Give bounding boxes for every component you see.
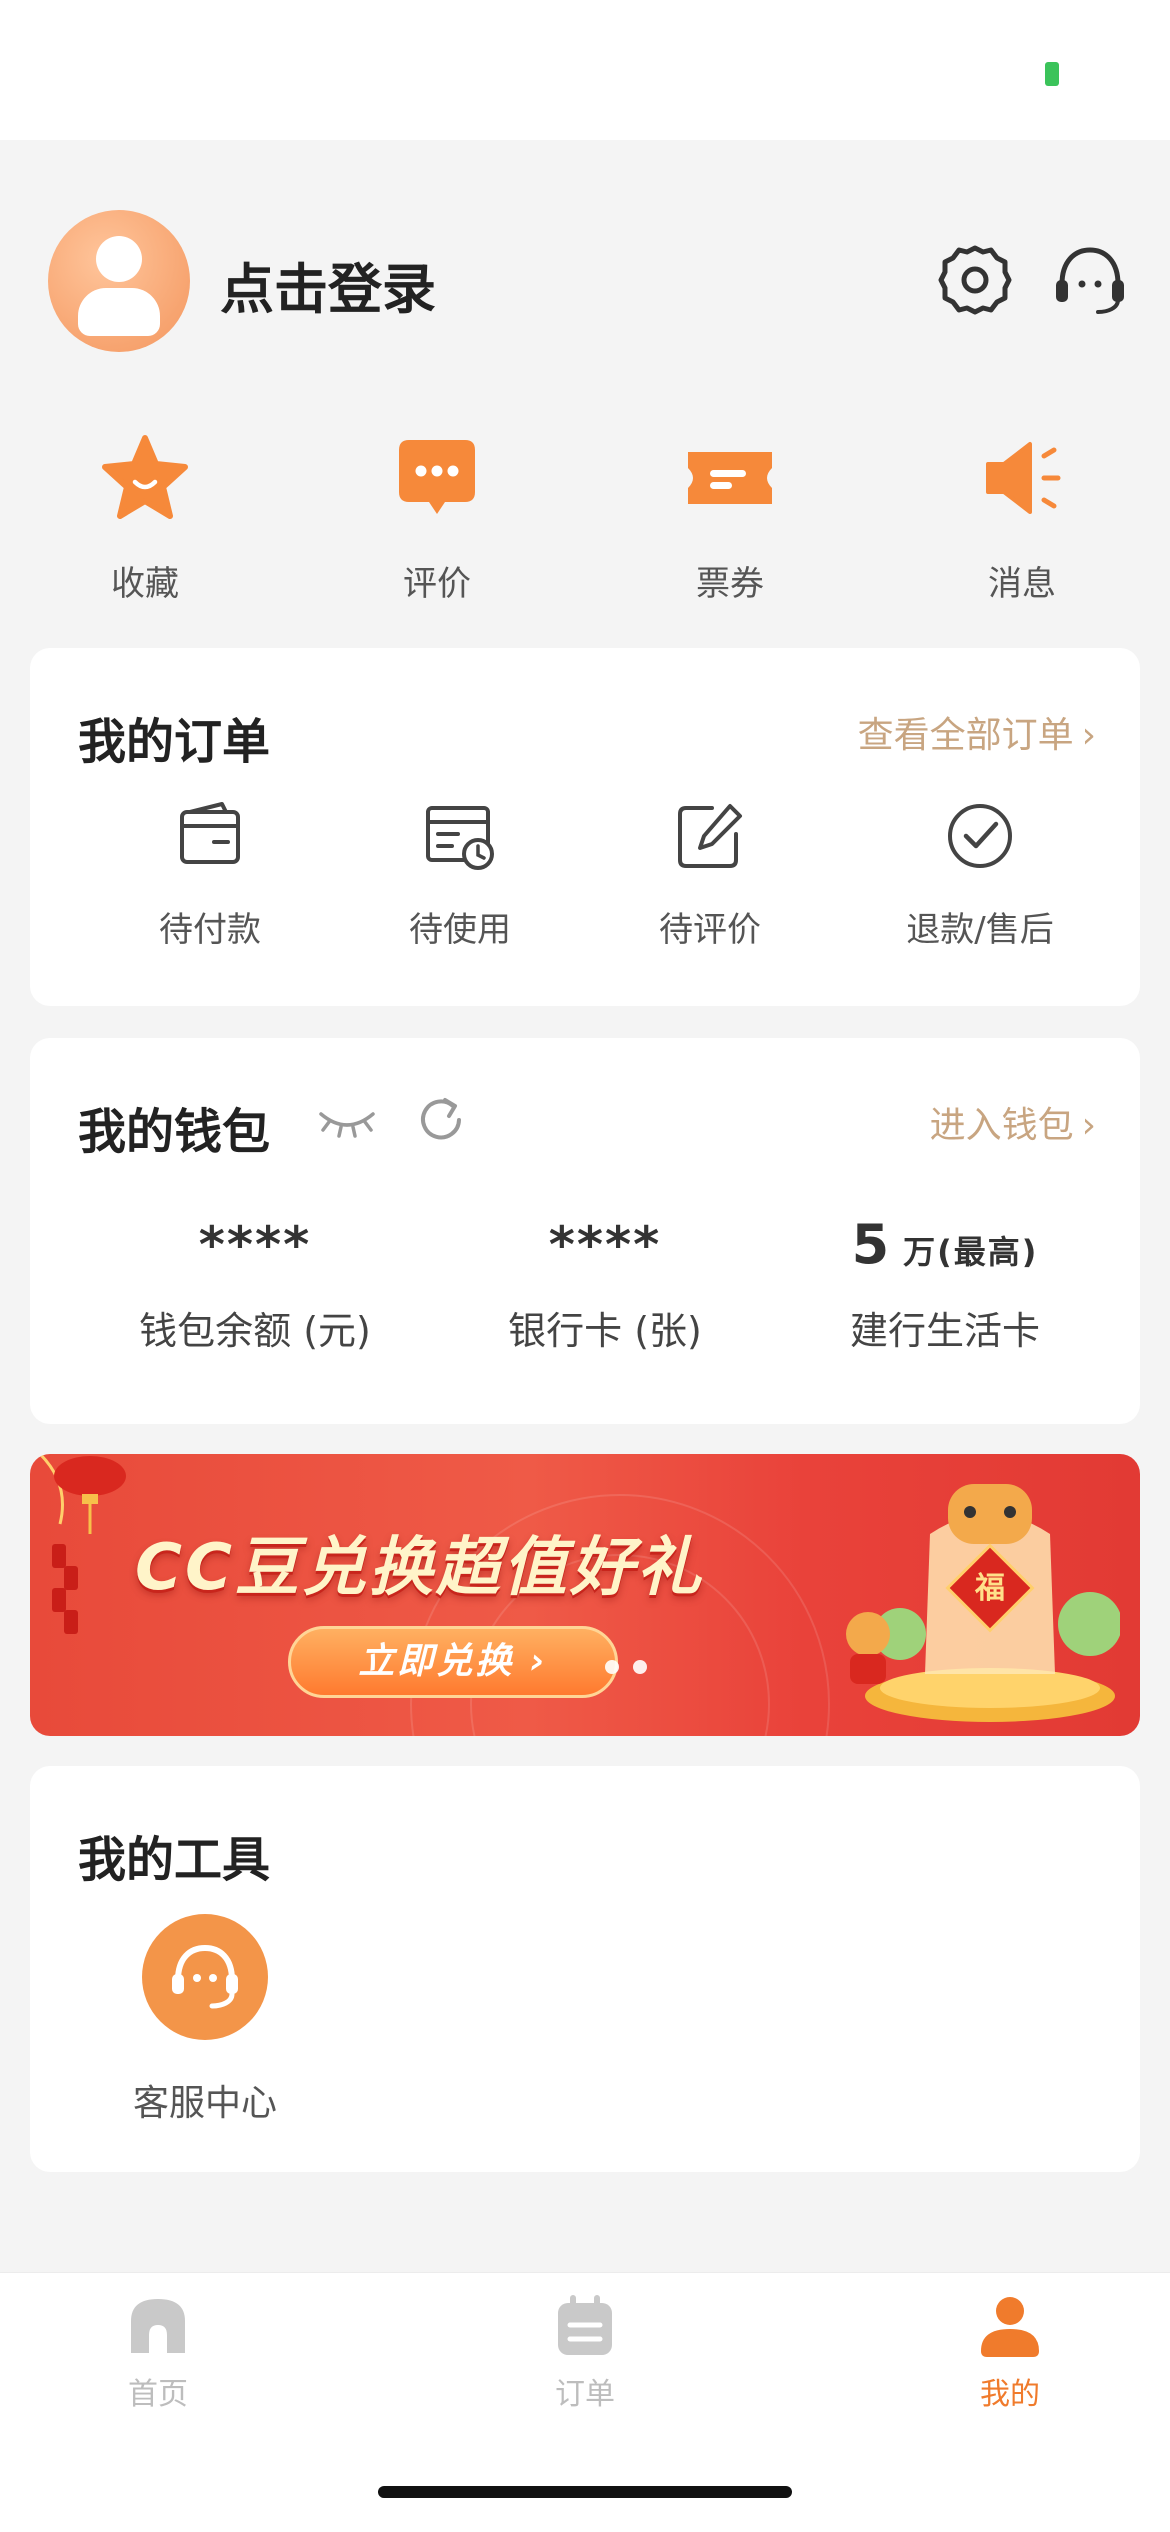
wallet-title: 我的钱包 [78, 1104, 271, 1160]
order-item-label: 待评价 [659, 910, 761, 950]
quick-entry-tickets[interactable]: 票券 [630, 430, 830, 610]
tab-home[interactable]: 首页 [68, 2291, 248, 2413]
ticket-icon [688, 452, 772, 504]
edit-icon [678, 804, 742, 868]
tools-title: 我的工具 [78, 1832, 271, 1888]
my-wallet-card: 我的钱包 进入钱包 › **** 钱包余额 (元) **** 银行卡 (张) 5万… [30, 1038, 1140, 1424]
quick-entry-label: 评价 [403, 564, 471, 604]
enter-wallet-link[interactable]: 进入钱包 › [930, 1096, 1096, 1148]
avatar[interactable] [48, 210, 190, 352]
order-pending-payment[interactable]: 待付款 [110, 798, 310, 951]
login-button[interactable]: 点击登录 [220, 245, 436, 324]
fu-badge: 福 [974, 1571, 1005, 1606]
quick-entry-reviews[interactable]: 评价 [337, 430, 537, 610]
order-item-label: 退款/售后 [906, 910, 1054, 950]
chevron-right-icon: › [1081, 1105, 1096, 1146]
chat-bubble-icon [399, 440, 475, 514]
tab-label: 首页 [128, 2377, 188, 2412]
tab-label: 订单 [555, 2377, 615, 2412]
headset-icon [172, 1944, 238, 2009]
tab-label: 我的 [980, 2377, 1040, 2412]
avatar-body-shape [78, 288, 160, 336]
refresh-icon[interactable] [413, 1092, 469, 1148]
view-all-orders-link[interactable]: 查看全部订单 › [858, 706, 1096, 758]
home-icon [131, 2299, 185, 2353]
ccb-life-card-value: 5 万(最高) [790, 1210, 1100, 1280]
redeem-now-button[interactable]: 立即兑换 › [288, 1626, 618, 1698]
avatar-head-shape [96, 236, 142, 282]
tab-mine[interactable]: 我的 [920, 2291, 1100, 2413]
order-pending-review[interactable]: 待评价 [610, 798, 810, 951]
quick-entry-messages[interactable]: 消息 [922, 430, 1122, 610]
wallet-balance-label: 钱包余额 (元) [139, 1309, 371, 1353]
view-all-orders-label: 查看全部订单 [857, 715, 1074, 756]
headset-icon[interactable] [1050, 240, 1130, 320]
my-orders-card: 我的订单 查看全部订单 › 待付款 待使用 待评价 退款/售后 [30, 648, 1140, 1006]
ccb-life-card[interactable]: 5 万(最高) 建行生活卡 [790, 1210, 1100, 1355]
battery-icon [1045, 62, 1059, 86]
order-item-label: 待使用 [409, 910, 511, 950]
chevron-right-icon: › [1081, 715, 1096, 756]
tab-orders[interactable]: 订单 [495, 2291, 675, 2413]
star-icon [102, 435, 188, 519]
home-indicator [378, 2486, 792, 2498]
orders-title: 我的订单 [78, 714, 271, 770]
megaphone-icon [986, 442, 1061, 514]
customer-service-circle [142, 1914, 268, 2040]
promo-banner[interactable]: CC豆兑换超值好礼 立即兑换 › 福 [30, 1454, 1140, 1736]
bank-cards-label: 银行卡 (张) [508, 1309, 702, 1353]
eye-closed-icon[interactable] [315, 1096, 379, 1148]
quick-entry-label: 票券 [696, 564, 764, 604]
customer-service-center[interactable]: 客服中心 [120, 1914, 290, 2126]
ccb-life-card-label: 建行生活卡 [849, 1309, 1040, 1353]
calendar-clock-icon [426, 806, 494, 870]
banner-title: CC豆兑换超值好礼 [135, 1531, 704, 1605]
ccb-life-card-amount: 5 [851, 1213, 892, 1276]
order-list-icon [558, 2295, 612, 2355]
gear-icon[interactable] [935, 240, 1015, 320]
quick-entry-label: 消息 [988, 564, 1056, 604]
check-circle-icon [948, 804, 1012, 868]
quick-entry-label: 收藏 [111, 564, 179, 604]
wallet-balance[interactable]: **** 钱包余额 (元) [100, 1210, 410, 1355]
wallet-icon [180, 802, 240, 864]
order-item-label: 待付款 [159, 910, 261, 950]
wallet-balance-value: **** [198, 1216, 312, 1274]
quick-entry-favorites[interactable]: 收藏 [45, 430, 245, 610]
bank-cards-value: **** [548, 1216, 662, 1274]
bank-cards[interactable]: **** 银行卡 (张) [450, 1210, 760, 1355]
banner-pagination [605, 1659, 661, 1678]
enter-wallet-label: 进入钱包 [929, 1105, 1074, 1146]
tool-label: 客服中心 [132, 2083, 277, 2124]
person-icon [981, 2297, 1039, 2357]
status-bar [0, 0, 1170, 140]
ccb-life-card-unit: 万(最高) [903, 1233, 1039, 1271]
my-tools-card: 我的工具 客服中心 [30, 1766, 1140, 2172]
order-pending-use[interactable]: 待使用 [360, 798, 560, 951]
tiger-gift-illustration: 福 [846, 1484, 1120, 1722]
firecracker-decoration-icon [38, 1454, 126, 1634]
order-refund-aftersale[interactable]: 退款/售后 [850, 798, 1110, 951]
